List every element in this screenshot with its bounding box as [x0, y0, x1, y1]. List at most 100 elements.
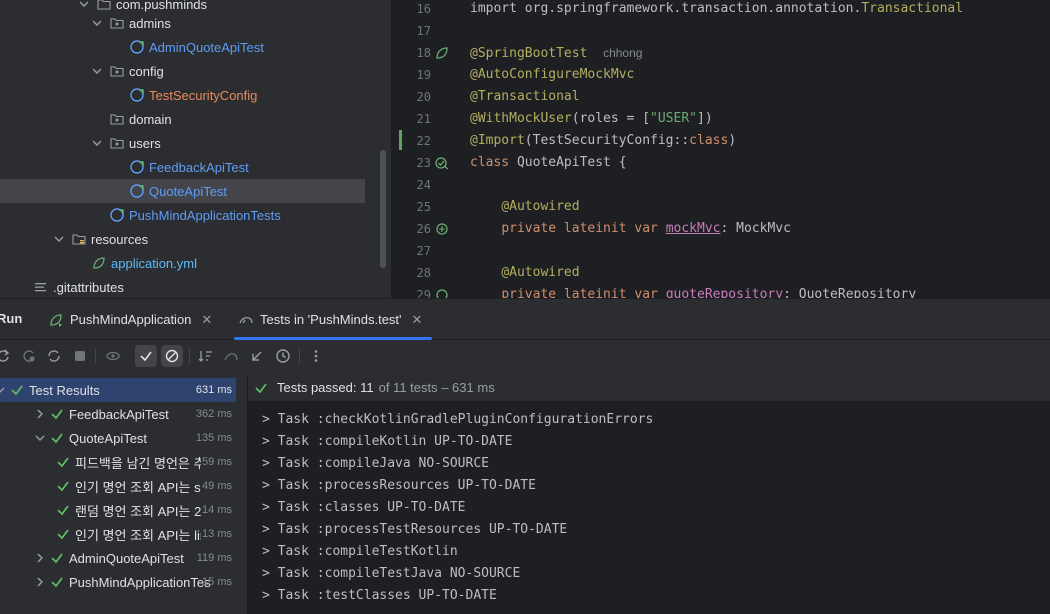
tree-item-push-mind-application-tests[interactable]: PushMindApplicationTests	[109, 203, 281, 227]
code-token: mockMvc	[665, 221, 721, 236]
rerun-icon[interactable]	[0, 345, 14, 367]
tree-item-application-yml[interactable]: application.yml	[91, 251, 197, 275]
test-console[interactable]: Tests passed: 11 of 11 tests – 631 ms > …	[248, 374, 1050, 614]
tree-item-gitattributes[interactable]: .gitattributes	[33, 275, 124, 298]
chevron-down-icon[interactable]	[91, 65, 103, 77]
chevron-down-icon[interactable]	[53, 233, 65, 245]
rerun-failed-icon[interactable]	[18, 345, 40, 367]
tree-item-label: PushMindApplicationTests	[129, 207, 281, 223]
code-line[interactable]: import org.springframework.transaction.a…	[470, 0, 963, 20]
chevron-right-icon[interactable]	[34, 552, 46, 564]
kotlin-test-class-icon	[109, 207, 125, 223]
chevron-right-icon[interactable]	[34, 576, 46, 588]
code-line[interactable]: private lateinit var mockMvc: MockMvc	[470, 218, 791, 240]
tab-push-mind-application[interactable]: PushMindApplication ✕	[48, 299, 212, 340]
close-icon[interactable]: ✕	[412, 312, 423, 328]
code-token: import org.springframework.transaction.a…	[470, 1, 862, 16]
tab-label: PushMindApplication	[70, 312, 192, 327]
chevron-down-icon[interactable]	[91, 17, 103, 29]
tree-item-label: QuoteApiTest	[149, 183, 228, 199]
run-test-gutter-icon[interactable]	[435, 156, 449, 170]
tree-item-feedback-api-test[interactable]: FeedbackApiTest	[129, 155, 249, 179]
sort-icon[interactable]	[195, 345, 217, 367]
code-token: : MockMvc	[720, 221, 791, 236]
code-token: class	[689, 133, 729, 148]
chevron-right-icon[interactable]	[34, 408, 46, 420]
test-class-row[interactable]: FeedbackApiTest 362 ms	[0, 402, 236, 426]
tree-item-test-security-config[interactable]: TestSecurityConfig	[129, 83, 257, 107]
more-options-icon[interactable]	[305, 345, 327, 367]
code-token: @WithMockUser	[470, 111, 572, 126]
test-passed-icon	[56, 455, 70, 469]
autowired-gutter-icon[interactable]	[435, 288, 449, 298]
stop-icon[interactable]	[69, 345, 91, 367]
test-class-row[interactable]: AdminQuoteApiTest 119 ms	[0, 546, 236, 570]
test-duration: 362 ms	[195, 408, 232, 420]
code-line[interactable]: @Import(TestSecurityConfig::class)	[470, 130, 736, 152]
tree-item-label: domain	[129, 111, 172, 127]
chevron-down-icon[interactable]	[78, 0, 90, 10]
test-method-row[interactable]: 인기 명언 조회 API는 sc 49 ms	[0, 474, 236, 498]
test-duration: 631 ms	[195, 384, 232, 396]
project-tree-scrollbar[interactable]	[380, 150, 386, 268]
test-method-row[interactable]: 인기 명언 조회 API는 lin 13 ms	[0, 522, 236, 546]
check-icon	[254, 381, 268, 395]
code-token: private lateinit var	[501, 287, 666, 298]
code-line[interactable]: @SpringBootTest chhong	[470, 42, 642, 64]
toggle-auto-test-icon[interactable]	[43, 345, 65, 367]
code-token: @AutoConfigureMockMvc	[470, 67, 635, 82]
code-line[interactable]: @WithMockUser(roles = ["USER"])	[470, 108, 713, 130]
code-line[interactable]: @Autowired	[470, 196, 579, 218]
close-icon[interactable]: ✕	[201, 312, 212, 328]
test-method-row[interactable]: 랜덤 명언 조회 API는 20 14 ms	[0, 498, 236, 522]
show-passed-icon[interactable]	[135, 345, 157, 367]
tree-item-quote-api-test[interactable]: QuoteApiTest	[0, 179, 365, 203]
test-name: 인기 명언 조회 API는 sc	[75, 479, 201, 495]
collapse-all-icon[interactable]	[246, 345, 268, 367]
test-method-row[interactable]: 피드백을 남긴 명언은 추 59 ms	[0, 450, 236, 474]
tree-item-config[interactable]: config	[91, 59, 164, 83]
code-editor[interactable]: 16 17 18 19 20 21 22 23 24 25 26 27 28 29 import org.…	[390, 0, 1050, 298]
test-class-row[interactable]: QuoteApiTest 135 ms	[0, 426, 236, 450]
resources-folder-icon	[71, 231, 87, 247]
tab-tests-in-pushminds[interactable]: Tests in 'PushMinds.test' ✕	[233, 299, 433, 340]
chevron-down-icon[interactable]	[34, 432, 46, 444]
tree-item-domain[interactable]: domain	[109, 107, 172, 131]
chevron-down-icon[interactable]	[91, 137, 103, 149]
tree-item-resources[interactable]: resources	[53, 227, 148, 251]
show-ignored-icon[interactable]	[161, 345, 183, 367]
autowired-gutter-icon[interactable]	[435, 222, 449, 236]
line-number: 19	[416, 68, 431, 82]
test-results-root[interactable]: Test Results 631 ms	[0, 378, 236, 402]
code-line[interactable]: @Transactional	[470, 86, 580, 108]
chevron-down-icon[interactable]	[0, 384, 6, 396]
tree-item-users[interactable]: users	[91, 131, 161, 155]
run-toolbar	[0, 340, 1050, 374]
test-passed-icon	[56, 503, 70, 517]
test-name: Test Results	[29, 382, 100, 398]
tree-item-label: application.yml	[111, 255, 197, 271]
spring-bean-gutter-icon[interactable]	[435, 46, 449, 60]
tree-item-label: users	[129, 135, 161, 151]
test-duration: 119 ms	[196, 552, 232, 564]
console-line: > Task :testClasses UP-TO-DATE	[262, 588, 497, 603]
code-line[interactable]: @Autowired	[470, 262, 579, 284]
code-line[interactable]: class QuoteApiTest {	[470, 152, 627, 174]
code-line[interactable]: @AutoConfigureMockMvc	[470, 64, 634, 86]
tree-item-admin-quote-api-test[interactable]: AdminQuoteApiTest	[129, 35, 264, 59]
code-line[interactable]: private lateinit var quoteRepository: Qu…	[470, 284, 916, 298]
tree-item-admins[interactable]: admins	[91, 11, 171, 35]
test-name: FeedbackApiTest	[69, 406, 169, 422]
show-hide-icon[interactable]	[102, 345, 124, 367]
line-number: 16	[416, 2, 431, 16]
console-line: > Task :processTestResources UP-TO-DATE	[262, 522, 568, 537]
author-inlay-hint[interactable]: chhong	[603, 46, 642, 60]
line-number: 21	[416, 112, 431, 126]
line-number: 22	[416, 134, 431, 148]
import-tests-icon[interactable]	[220, 345, 242, 367]
history-icon[interactable]	[272, 345, 294, 367]
test-class-row[interactable]: PushMindApplicationTes 15 ms	[0, 570, 236, 594]
